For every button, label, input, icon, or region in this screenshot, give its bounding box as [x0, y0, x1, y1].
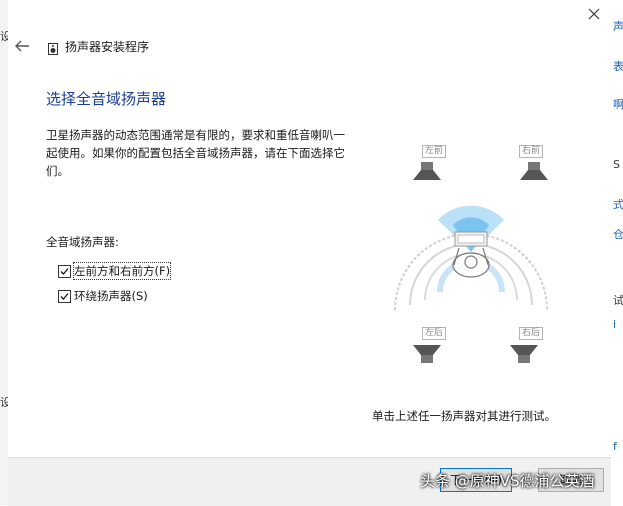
rear-left-speaker-label[interactable]: 左后 [422, 327, 447, 340]
background-text-fragment: S [613, 158, 620, 171]
background-window-right-edge: 声 表 啊 S 式 仓 试 i f [610, 0, 623, 505]
speaker-app-icon [48, 40, 58, 55]
front-right-speaker-label[interactable]: 右前 [519, 145, 544, 158]
dialog-title: 扬声器安装程序 [65, 40, 150, 54]
speaker-setup-dialog: 扬声器安装程序 选择全音域扬声器 卫星扬声器的动态范围通常是有限的，要求和重低音… [8, 0, 611, 506]
page-heading: 选择全音域扬声器 [46, 90, 167, 108]
surround-checkbox[interactable] [58, 289, 71, 303]
front-left-right-checkbox-label[interactable]: 左前方和右前方(F) [72, 262, 172, 280]
checkmark-icon [60, 292, 69, 300]
front-left-speaker-icon [413, 162, 441, 180]
background-text-fragment: 试 [613, 294, 623, 307]
back-button[interactable] [14, 38, 34, 56]
background-link-fragment[interactable]: 式 [613, 196, 623, 212]
front-left-right-checkbox-row[interactable]: 左前方和右前方(F) [58, 262, 172, 280]
test-hint-text: 单击上述任一扬声器对其进行测试。 [372, 409, 556, 423]
background-link-fragment[interactable]: 啊 [613, 96, 623, 112]
checkmark-icon [60, 267, 69, 275]
front-left-speaker-label[interactable]: 左前 [422, 145, 447, 158]
surround-checkbox-label[interactable]: 环绕扬声器(S) [74, 288, 148, 304]
rear-left-speaker-icon [413, 345, 441, 363]
front-right-speaker-icon [520, 162, 548, 180]
back-arrow-icon [15, 40, 29, 52]
close-icon [588, 8, 600, 20]
watermark-text: 头条 @原神VS德浦公英酒 [420, 472, 595, 490]
surround-checkbox-row[interactable]: 环绕扬声器(S) [58, 288, 148, 304]
rear-right-speaker-icon [510, 345, 538, 363]
close-button[interactable] [583, 4, 605, 26]
background-link-fragment[interactable]: f [613, 440, 617, 453]
background-link-fragment[interactable]: 表 [613, 58, 623, 74]
background-link-fragment[interactable]: 声 [613, 18, 623, 34]
speaker-layout-diagram: 左前 右前 左后 右后 [383, 140, 558, 370]
background-link-fragment[interactable]: 仓 [613, 226, 623, 242]
rear-right-speaker-label[interactable]: 右后 [519, 327, 544, 340]
front-left-right-checkbox[interactable] [58, 264, 71, 278]
background-link-fragment[interactable]: i [613, 318, 616, 331]
full-range-group-label: 全音域扬声器: [46, 235, 119, 249]
description-text: 卫星扬声器的动态范围通常是有限的，要求和重低音喇叭一起使用。如果你的配置包括全音… [46, 128, 345, 178]
